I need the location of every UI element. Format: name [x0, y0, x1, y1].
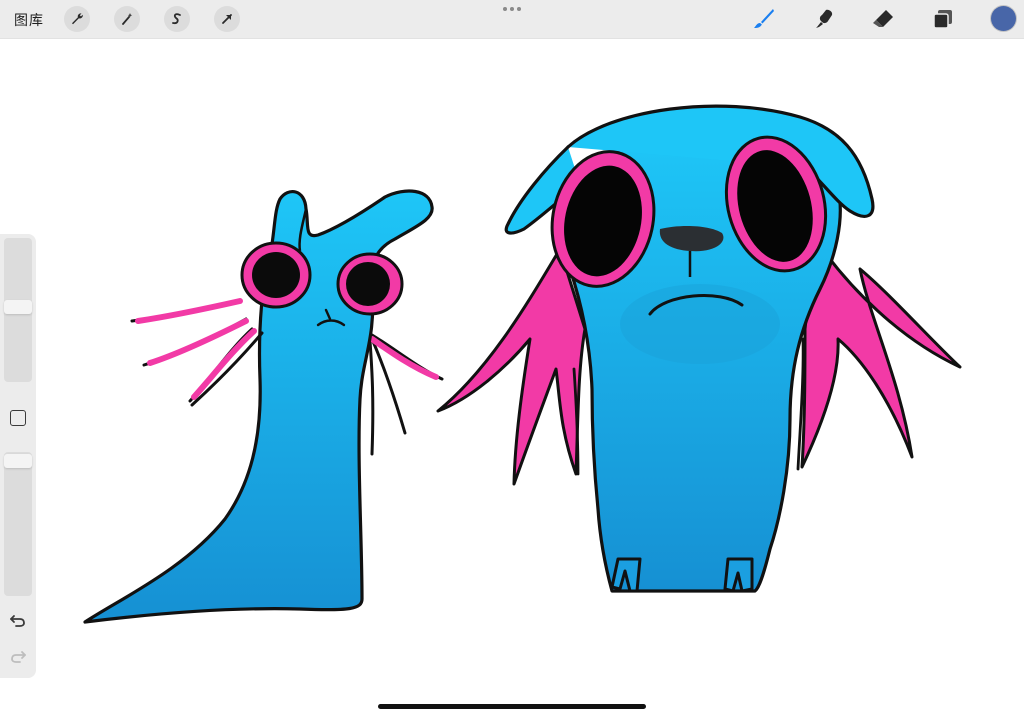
adjustments-button[interactable] [114, 6, 140, 32]
actions-button[interactable] [64, 6, 90, 32]
undo-icon[interactable] [8, 610, 28, 630]
more-dots-icon[interactable] [500, 2, 524, 16]
redo-icon[interactable] [8, 646, 28, 666]
home-indicator[interactable] [378, 704, 646, 709]
brush-size-thumb[interactable] [4, 300, 32, 314]
square-modify-icon[interactable] [10, 410, 26, 426]
drawing-canvas[interactable] [0, 39, 1024, 716]
layers-button[interactable] [929, 5, 957, 33]
brush-button[interactable] [750, 5, 778, 33]
opacity-slider[interactable] [4, 452, 32, 596]
smudge-button[interactable] [810, 5, 838, 33]
top-toolbar: 图库 [0, 0, 1024, 39]
opacity-thumb[interactable] [4, 454, 32, 468]
eraser-button[interactable] [869, 5, 897, 33]
left-sidebar [0, 234, 36, 678]
brush-icon [754, 9, 774, 28]
gallery-button[interactable]: 图库 [14, 10, 44, 30]
arrow-cursor-icon [222, 14, 232, 24]
color-picker-button[interactable] [991, 6, 1016, 31]
selection-s-icon [172, 13, 181, 25]
right-creature [436, 104, 962, 593]
wrench-icon [72, 13, 83, 25]
smudge-icon [816, 9, 833, 28]
selection-button[interactable] [164, 6, 190, 32]
left-creature [83, 189, 444, 624]
transform-button[interactable] [214, 6, 240, 32]
layers-icon [933, 10, 952, 29]
eraser-icon [873, 10, 893, 27]
magic-wand-icon [122, 13, 133, 25]
